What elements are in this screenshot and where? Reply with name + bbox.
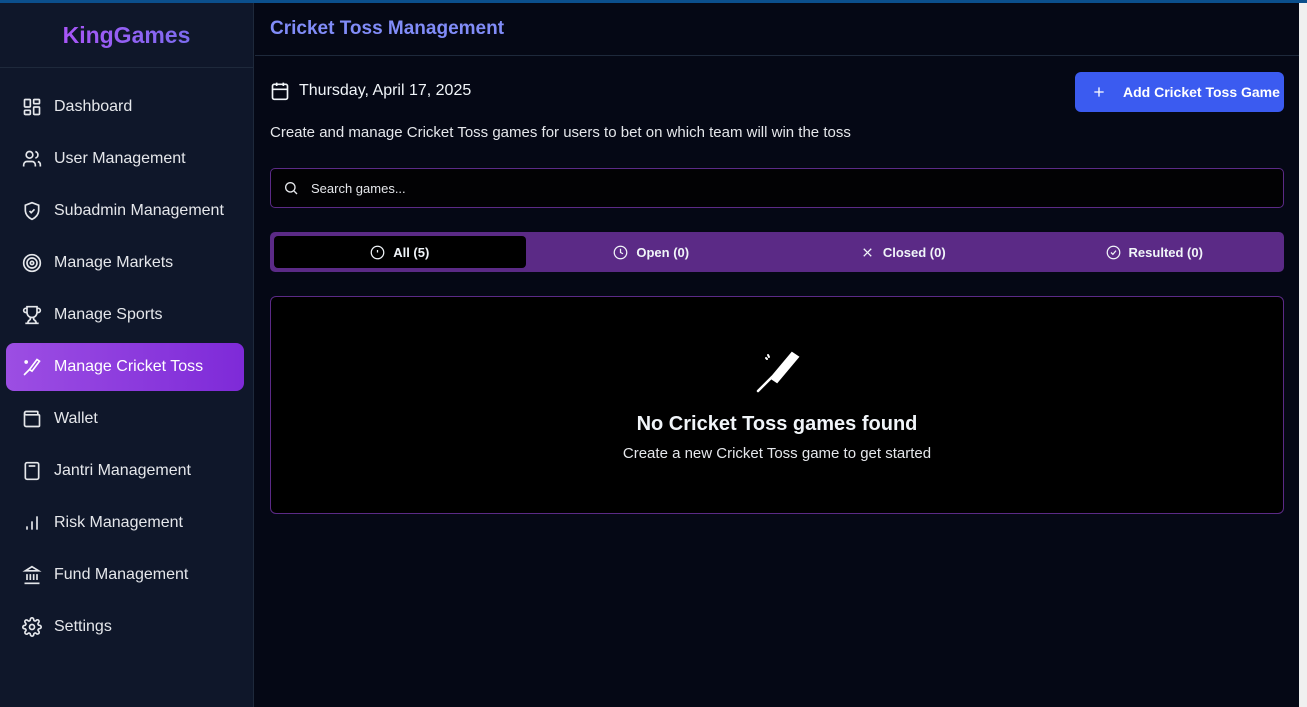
bank-icon (22, 565, 42, 585)
sidebar-item-manage-cricket-toss[interactable]: Manage Cricket Toss (6, 343, 244, 391)
tab-all[interactable]: All (5) (274, 236, 526, 268)
dashboard-icon (23, 98, 41, 116)
check-circle-icon (1106, 245, 1120, 259)
sidebar-item-risk-management[interactable]: Risk Management (6, 499, 244, 547)
sidebar-item-label: User Management (54, 150, 186, 167)
tab-resulted[interactable]: Resulted (0) (1029, 236, 1281, 268)
tab-label: Open (0) (636, 244, 690, 260)
plus-icon (1094, 87, 1104, 97)
sidebar-item-user-management[interactable]: User Management (6, 135, 244, 183)
calendar-icon (271, 82, 289, 101)
sidebar-item-label: Manage Cricket Toss (54, 358, 204, 375)
sidebar-item-jantri-management[interactable]: Jantri Management (6, 447, 244, 495)
page-description: Create and manage Cricket Toss games for… (270, 124, 851, 141)
sidebar-item-manage-sports[interactable]: Manage Sports (6, 291, 244, 339)
wallet-icon (23, 410, 41, 428)
tab-label: Closed (0) (882, 244, 946, 260)
sidebar-item-fund-management[interactable]: Fund Management (6, 551, 244, 599)
sidebar-item-label: Wallet (54, 410, 98, 427)
sidebar-nav: Dashboard User Management Subadmin Manag… (0, 68, 253, 651)
sidebar-item-label: Jantri Management (54, 462, 191, 479)
status-tabs: All (5) Open (0) Closed (0) Resulted (0) (270, 232, 1284, 272)
tab-open[interactable]: Open (0) (526, 236, 778, 268)
date-display: Thursday, April 17, 2025 (270, 81, 471, 101)
tab-label: Resulted (0) (1128, 244, 1203, 260)
trophy-icon (22, 305, 42, 325)
search-input[interactable] (311, 180, 1211, 196)
sidebar-item-label: Settings (54, 618, 112, 635)
sidebar-item-dashboard[interactable]: Dashboard (6, 83, 244, 131)
main-content: Cricket Toss Management Thursday, April … (255, 3, 1299, 707)
sidebar-item-manage-markets[interactable]: Manage Markets (6, 239, 244, 287)
brand-name: KingGames (62, 21, 191, 48)
sidebar: KingGames Dashboard User Management Suba… (0, 3, 254, 707)
target-icon (22, 253, 42, 273)
sidebar-item-label: Risk Management (54, 514, 183, 531)
sidebar-item-subadmin-management[interactable]: Subadmin Management (6, 187, 244, 235)
search-icon (285, 182, 298, 195)
sidebar-item-label: Fund Management (54, 566, 189, 583)
brand-logo[interactable]: KingGames (0, 3, 253, 68)
users-icon (22, 150, 42, 167)
add-button-label: Add Cricket Toss Game (1123, 84, 1280, 100)
empty-state: No Cricket Toss games found Create a new… (270, 296, 1284, 514)
empty-state-subtitle: Create a new Cricket Toss game to get st… (622, 445, 932, 462)
window-edge (1299, 3, 1307, 707)
bar-chart-icon (26, 516, 38, 530)
sidebar-item-label: Manage Markets (54, 254, 174, 271)
cricket-bat-icon (23, 358, 41, 376)
page-title: Cricket Toss Management (270, 18, 505, 39)
sidebar-item-label: Dashboard (54, 98, 133, 115)
cricket-bat-icon (756, 351, 800, 393)
tab-label: All (5) (393, 244, 430, 260)
alert-circle-icon (370, 245, 385, 259)
search-bar (270, 168, 1284, 208)
sidebar-item-wallet[interactable]: Wallet (6, 395, 244, 443)
x-icon (863, 247, 872, 257)
calculator-icon (24, 461, 40, 481)
sidebar-item-label: Subadmin Management (54, 202, 224, 219)
page-header: Cricket Toss Management (255, 3, 1299, 56)
date-text: Thursday, April 17, 2025 (299, 82, 472, 99)
sidebar-item-settings[interactable]: Settings (6, 603, 244, 651)
clock-icon (614, 245, 628, 259)
add-cricket-toss-game-button[interactable]: Add Cricket Toss Game (1075, 72, 1284, 112)
gear-icon (22, 617, 42, 637)
sidebar-item-label: Manage Sports (54, 306, 163, 323)
shield-icon (24, 201, 40, 221)
empty-state-title: No Cricket Toss games found (636, 413, 918, 435)
tab-closed[interactable]: Closed (0) (777, 236, 1029, 268)
